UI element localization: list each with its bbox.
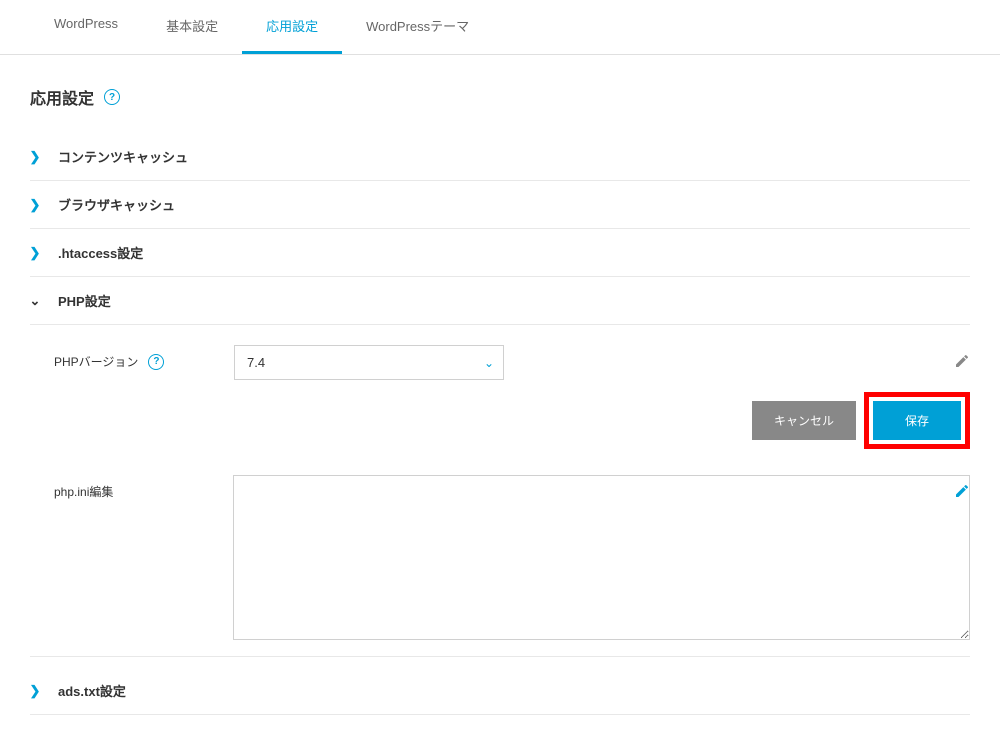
tab-basic-settings[interactable]: 基本設定 bbox=[142, 0, 242, 54]
accordion-label-htaccess: .htaccess設定 bbox=[58, 243, 143, 262]
php-version-select[interactable]: 7.4 bbox=[234, 345, 504, 380]
accordion-browser-cache[interactable]: ❯ ブラウザキャッシュ bbox=[30, 181, 970, 229]
save-button[interactable]: 保存 bbox=[873, 401, 961, 440]
php-version-buttons: キャンセル 保存 bbox=[54, 392, 970, 449]
tab-bar: WordPress 基本設定 応用設定 WordPressテーマ bbox=[0, 0, 1000, 55]
tab-advanced-settings[interactable]: 応用設定 bbox=[242, 0, 342, 54]
php-ini-row: php.ini編集 bbox=[54, 475, 970, 640]
help-icon[interactable]: ? bbox=[104, 89, 120, 105]
chevron-right-icon: ❯ bbox=[30, 248, 40, 258]
edit-php-version[interactable] bbox=[954, 353, 970, 372]
pencil-icon bbox=[954, 353, 970, 369]
accordion-label-php: PHP設定 bbox=[58, 291, 111, 310]
php-ini-label: php.ini編集 bbox=[54, 483, 113, 500]
accordion-label-ads-txt: ads.txt設定 bbox=[58, 681, 126, 700]
php-ini-label-wrap: php.ini編集 bbox=[54, 475, 213, 500]
pencil-icon bbox=[954, 483, 970, 499]
php-version-label-wrap: PHPバージョン ? bbox=[54, 345, 214, 370]
help-icon[interactable]: ? bbox=[148, 354, 164, 370]
chevron-right-icon: ❯ bbox=[30, 200, 40, 210]
accordion-ads-txt[interactable]: ❯ ads.txt設定 bbox=[30, 667, 970, 715]
accordion-label-content-cache: コンテンツキャッシュ bbox=[58, 147, 188, 166]
chevron-right-icon: ❯ bbox=[30, 152, 40, 162]
chevron-right-icon: ❯ bbox=[30, 686, 40, 696]
php-version-row: PHPバージョン ? 7.4 ⌄ bbox=[54, 345, 970, 380]
php-panel: PHPバージョン ? 7.4 ⌄ キャンセル 保存 php.ini編集 bbox=[30, 325, 970, 667]
accordion-htaccess[interactable]: ❯ .htaccess設定 bbox=[30, 229, 970, 277]
page-title: 応用設定 bbox=[30, 85, 94, 109]
divider bbox=[30, 656, 970, 657]
page-title-row: 応用設定 ? bbox=[30, 85, 970, 109]
accordion-php[interactable]: ⌄ PHP設定 bbox=[30, 277, 970, 325]
chevron-down-icon: ⌄ bbox=[30, 296, 40, 306]
tab-wordpress-theme[interactable]: WordPressテーマ bbox=[342, 0, 493, 54]
tab-wordpress[interactable]: WordPress bbox=[30, 0, 142, 54]
edit-php-ini[interactable] bbox=[954, 483, 970, 502]
accordion-content-cache[interactable]: ❯ コンテンツキャッシュ bbox=[30, 133, 970, 181]
php-version-label: PHPバージョン bbox=[54, 353, 138, 370]
highlight-annotation: 保存 bbox=[864, 392, 970, 449]
cancel-button[interactable]: キャンセル bbox=[752, 401, 856, 440]
php-version-select-wrap: 7.4 ⌄ bbox=[234, 345, 504, 380]
accordion-label-browser-cache: ブラウザキャッシュ bbox=[58, 195, 175, 214]
content-area: 応用設定 ? ❯ コンテンツキャッシュ ❯ ブラウザキャッシュ ❯ .htacc… bbox=[0, 55, 1000, 735]
php-ini-textarea[interactable] bbox=[233, 475, 970, 640]
